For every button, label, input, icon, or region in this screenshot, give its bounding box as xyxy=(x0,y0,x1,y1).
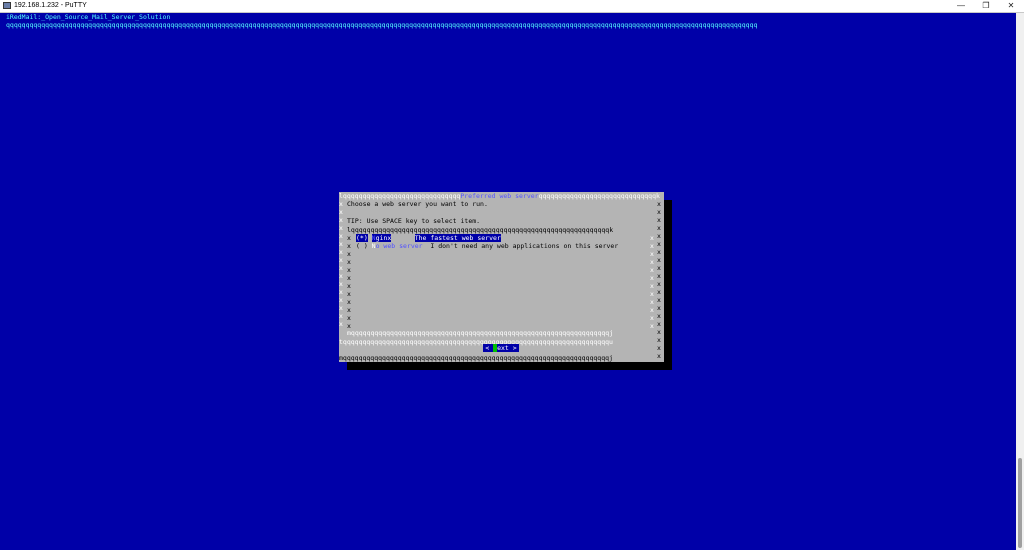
window-title: 192.168.1.232 - PuTTY xyxy=(14,2,87,9)
preferred-web-server-dialog: lqqqqqqqqqqqqqqqqqqqqqqqqqqqqqqPreferred… xyxy=(339,192,664,362)
radio-mark[interactable]: ( ) xyxy=(356,242,368,250)
terminal-scrollbar[interactable] xyxy=(1016,13,1024,550)
list-right-border: xxxxxxxxxxxx xyxy=(650,234,654,330)
option-description: The fastest web server xyxy=(414,234,501,242)
maximize-button[interactable]: ❐ xyxy=(975,0,997,12)
backtitle: iRedMail:_Open_Source_Mail_Server_Soluti… xyxy=(6,13,171,21)
dialog-prompt: Choose a web server you want to run. xyxy=(347,200,488,208)
dialog-tip: TIP: Use SPACE key to select item. xyxy=(347,217,481,225)
putty-app-icon[interactable] xyxy=(3,2,11,9)
window-titlebar: 192.168.1.232 - PuTTY — ❐ ✕ xyxy=(0,0,1024,13)
list-bottom-border: mqqqqqqqqqqqqqqqqqqqqqqqqqqqqqqqqqqqqqqq… xyxy=(347,329,614,337)
next-button[interactable]: < Next > xyxy=(483,344,519,352)
dialog-top-border: lqqqqqqqqqqqqqqqqqqqqqqqqqqqqqqPreferred… xyxy=(339,192,660,200)
button-label: ext xyxy=(497,344,509,352)
list-item[interactable]: ( ) No web server I don't need any web a… xyxy=(356,242,618,250)
option-description: I don't need any web applications on thi… xyxy=(430,242,619,250)
dialog-bottom-border: mqqqqqqqqqqqqqqqqqqqqqqqqqqqqqqqqqqqqqqq… xyxy=(339,354,613,362)
minimize-button[interactable]: — xyxy=(950,0,972,12)
list-top-border: lqqqqqqqqqqqqqqqqqqqqqqqqqqqqqqqqqqqqqqq… xyxy=(347,226,614,234)
backtitle-rule: qqqqqqqqqqqqqqqqqqqqqqqqqqqqqqqqqqqqqqqq… xyxy=(6,21,758,29)
dialog-left-border: xxxxxxxxxxxxxxxx xyxy=(339,200,343,328)
list-item[interactable]: (*) Nginx The fastest web server xyxy=(356,234,501,242)
scrollbar-thumb[interactable] xyxy=(1018,458,1022,548)
dialog-title: Preferred web server xyxy=(460,192,539,200)
option-hotkey: N xyxy=(371,234,376,242)
option-name: ginx xyxy=(375,234,392,242)
close-button[interactable]: ✕ xyxy=(1000,0,1022,12)
list-left-border: xxxxxxxxxxxx xyxy=(347,234,351,330)
option-name: o web server xyxy=(375,242,423,250)
dialog-right-border: xxxxxxxxxxxxxxxxxxxx xyxy=(657,200,661,360)
radio-mark-selected[interactable]: (*) xyxy=(356,234,368,242)
